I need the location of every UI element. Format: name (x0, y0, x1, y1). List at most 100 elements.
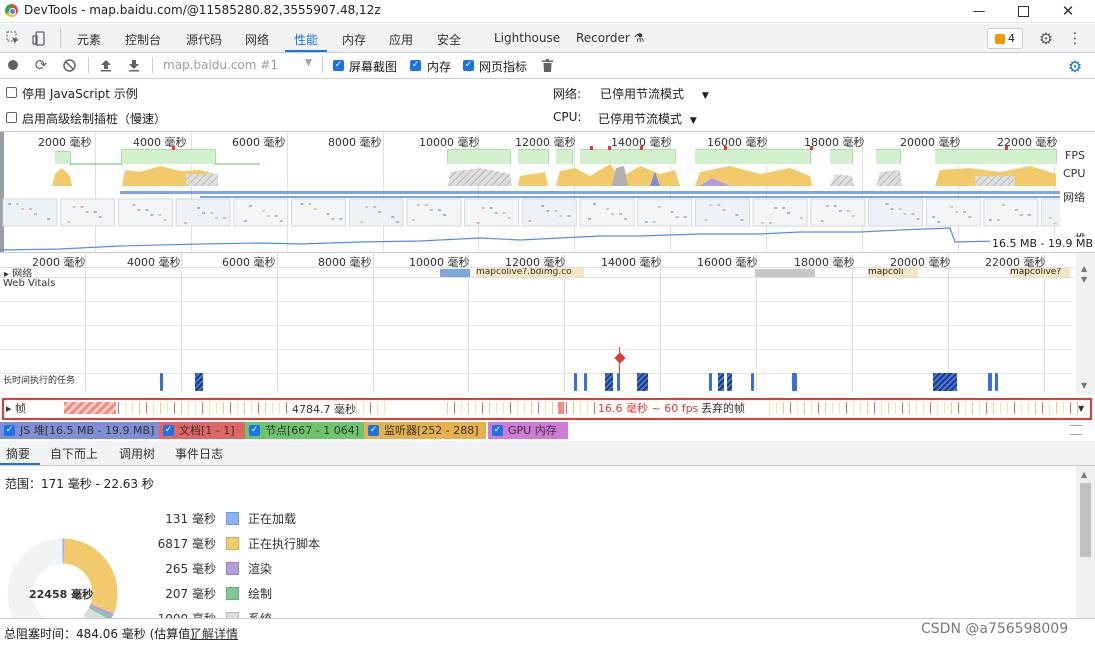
scroll-up-icon[interactable]: ▲ (1081, 264, 1087, 273)
disable-js-samples-checkbox[interactable] (6, 87, 17, 98)
long-task-bar[interactable] (160, 373, 163, 391)
reload-record-icon[interactable]: ⟳ (33, 56, 49, 74)
screenshot-detail (476, 222, 480, 224)
more-options-icon[interactable]: ⋮ (1066, 29, 1084, 47)
frame-tick (580, 402, 581, 414)
flame-scrollbar[interactable]: ▲ ▼ ▼ (1076, 253, 1095, 395)
summary-panel: 范围：171 毫秒 - 22.63 秒 131 毫秒 正在加载 6817 毫秒 正在执… (0, 466, 1074, 618)
memory-checkbox[interactable]: ✓ (410, 60, 421, 71)
tab-event-log[interactable]: 事件日志 (175, 445, 223, 462)
network-request-bar[interactable]: mapcoli (868, 268, 918, 277)
long-task-bar[interactable] (933, 373, 957, 391)
long-task-bar[interactable] (995, 373, 998, 391)
long-task-bar[interactable] (988, 373, 992, 391)
minimize-icon[interactable]: — (956, 0, 1002, 22)
screenshot-detail (481, 207, 485, 209)
long-task-bar[interactable] (792, 373, 797, 391)
frame-tick (524, 402, 525, 414)
long-task-bar[interactable] (605, 373, 613, 391)
tab-call-tree[interactable]: 调用树 (119, 445, 155, 462)
counter-checkbox[interactable]: ✓ (249, 425, 260, 436)
frame-tick (986, 402, 987, 414)
counter-js-heap[interactable]: ✓ JS 堆[16.5 MB - 19.9 MB] (0, 422, 159, 439)
screenshot-detail (378, 211, 382, 213)
maximize-icon[interactable] (1000, 0, 1046, 22)
capture-settings-gear-icon[interactable]: ⚙ (1066, 57, 1084, 76)
screenshot-detail (885, 203, 889, 205)
tab-performance[interactable]: 性能 (294, 31, 318, 48)
counter-checkbox[interactable]: ✓ (368, 425, 379, 436)
cpu-throttle-select[interactable]: 已停用节流模式 ▼ (598, 110, 713, 127)
layout-shift-marker-icon[interactable] (614, 352, 626, 364)
counter-checkbox[interactable]: ✓ (492, 425, 503, 436)
counter-nodes[interactable]: ✓ 节点[667 - 1 064] (245, 422, 364, 439)
long-task-bar[interactable] (718, 373, 724, 391)
network-throttle-select[interactable]: 已停用节流模式 ▼ (600, 85, 715, 102)
counter-checkbox[interactable]: ✓ (4, 425, 15, 436)
network-request-bar[interactable] (755, 269, 815, 277)
screenshot-detail (266, 215, 270, 217)
long-task-bar[interactable] (709, 373, 712, 391)
webvitals-checkbox[interactable]: ✓ (463, 60, 474, 71)
network-request-bar[interactable]: mapcolive?.bdimg.co (476, 268, 584, 277)
long-task-bar[interactable] (195, 373, 203, 391)
frame-tick (132, 402, 133, 414)
network-request-bar[interactable] (440, 269, 470, 277)
frame-tick (384, 402, 385, 414)
frame-tick (769, 402, 770, 414)
dropped-frames-block[interactable] (64, 402, 116, 414)
tab-elements[interactable]: 元素 (77, 31, 101, 48)
summary-scrollbar[interactable]: ▲ (1076, 466, 1095, 618)
resize-handle-icon[interactable] (1070, 425, 1082, 435)
screenshot-detail (937, 221, 941, 223)
scrollbar-thumb[interactable] (1080, 483, 1091, 557)
tab-bottom-up[interactable]: 自下而上 (50, 445, 98, 462)
counter-checkbox[interactable]: ✓ (163, 425, 174, 436)
tab-console[interactable]: 控制台 (125, 31, 161, 48)
tab-recorder[interactable]: Recorder ⚗ (576, 31, 644, 45)
tab-sources[interactable]: 源代码 (186, 31, 222, 48)
inspect-element-icon[interactable] (5, 30, 21, 46)
tab-security[interactable]: 安全 (437, 31, 461, 48)
scroll-down-icon[interactable]: ▼ (1081, 275, 1087, 284)
network-track[interactable]: ▸ 网络 mapcolive?.bdimg.co mapcoli mapcoli… (0, 268, 1074, 277)
scroll-down-icon[interactable]: ▼ (1078, 404, 1084, 413)
frames-track[interactable]: ▸ 帧 4784.7 毫秒 16.6 毫秒 ~ 60 fps 丢弃的帧 (2, 398, 1092, 420)
learn-more-link[interactable]: 了解详情 (190, 625, 238, 642)
network-request-bar[interactable]: mapcolive? (1010, 268, 1070, 277)
frame-tick (594, 402, 595, 414)
scroll-down-icon[interactable]: ▼ (1081, 381, 1087, 390)
upload-icon[interactable] (98, 57, 114, 73)
timeline-overview[interactable]: 2000 毫秒 4000 毫秒 6000 毫秒 8000 毫秒 10000 毫秒… (0, 131, 1095, 253)
tab-application[interactable]: 应用 (389, 31, 413, 48)
counter-listeners[interactable]: ✓ 监听器[252 - 288] (364, 422, 486, 439)
frame-tick (496, 402, 497, 414)
scroll-up-icon[interactable]: ▲ (1081, 470, 1087, 479)
tab-network[interactable]: 网络 (245, 31, 269, 48)
settings-gear-icon[interactable]: ⚙ (1037, 29, 1055, 48)
long-task-bar[interactable] (584, 373, 587, 391)
counter-gpu-memory[interactable]: ✓ GPU 内存 (488, 422, 568, 439)
screenshot-detail (652, 221, 656, 223)
flame-chart[interactable]: 2000 毫秒 4000 毫秒 6000 毫秒 8000 毫秒 10000 毫秒… (0, 253, 1074, 393)
tab-summary[interactable]: 摘要 (6, 445, 30, 462)
download-icon[interactable] (126, 57, 142, 73)
recording-select[interactable]: map.baidu.com #1 ▼ (163, 58, 315, 73)
screenshots-checkbox[interactable]: ✓ (333, 60, 344, 71)
long-task-bar[interactable] (617, 373, 620, 391)
tab-lighthouse[interactable]: Lighthouse (494, 31, 560, 45)
long-task-bar[interactable] (751, 373, 754, 391)
long-task-bar[interactable] (574, 373, 577, 391)
paint-instrumentation-checkbox[interactable] (6, 112, 17, 123)
trash-icon[interactable] (540, 57, 554, 73)
close-icon[interactable]: ✕ (1045, 0, 1091, 22)
record-icon[interactable] (8, 60, 18, 70)
issues-badge[interactable]: 4 (987, 28, 1023, 49)
counter-documents[interactable]: ✓ 文档[1 - 1] (159, 422, 245, 439)
device-toolbar-icon[interactable] (31, 30, 47, 46)
long-task-bar[interactable] (637, 373, 648, 391)
tab-memory[interactable]: 内存 (342, 31, 366, 48)
long-task-bar[interactable] (727, 373, 732, 391)
clear-icon[interactable] (61, 57, 77, 73)
dropped-frame[interactable] (558, 402, 564, 414)
